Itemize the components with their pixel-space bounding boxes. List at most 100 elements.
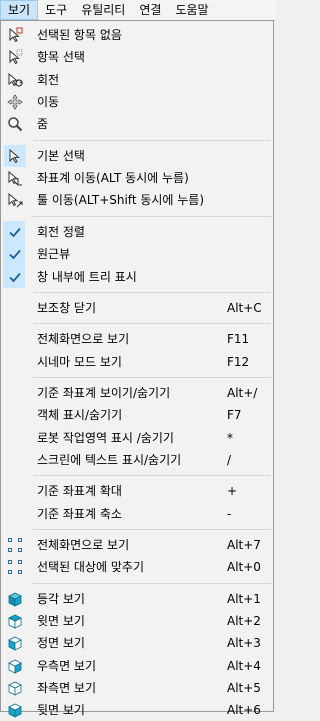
menu-item-shortcut: F12 (227, 354, 250, 369)
menu-item[interactable]: 보조창 닫기 Alt+C (2, 297, 272, 319)
menu-item-shortcut: F7 (227, 408, 242, 423)
menu-item-shortcut: Alt+7 (227, 538, 261, 552)
menu-separator (33, 475, 271, 477)
front-view-icon (4, 632, 26, 654)
menu-item-label: 기본 선택 (37, 148, 85, 163)
menu-item-label: 기준 좌표계 확대 (37, 484, 122, 499)
frame-move-icon (4, 167, 26, 189)
menu-separator (33, 139, 271, 141)
move-icon (4, 91, 26, 113)
iso-view-icon (4, 588, 26, 610)
menu-item[interactable]: 전체화면으로 보기 F11 (2, 328, 272, 350)
left-view-icon (4, 677, 26, 699)
menu-item[interactable]: 창 내부에 트리 표시 (2, 266, 272, 288)
menu-item[interactable]: 뒷면 보기 Alt+6 (2, 699, 272, 721)
menu-item-label: 전체화면으로 보기 (37, 538, 130, 552)
menu-item[interactable]: 기준 좌표계 보이기/숨기기 Alt+/ (2, 382, 272, 404)
menu-item[interactable]: 좌표계 이동(ALT 동시에 누름) (2, 167, 272, 189)
menu-item[interactable]: 선택된 항목 없음 (2, 24, 272, 46)
menu-item-label: 선택된 항목 없음 (37, 28, 122, 42)
menubar-item-3[interactable]: 연결 (132, 0, 168, 20)
menu-item-label: 원근뷰 (37, 247, 71, 262)
menu-separator (33, 215, 271, 217)
menu-item[interactable]: 윗면 보기 Alt+2 (2, 610, 272, 632)
menu-item-label: 등각 보기 (37, 591, 85, 606)
menu-item[interactable]: 회전 정렬 (2, 221, 272, 243)
menu-item[interactable]: 툴 이동(ALT+Shift 동시에 누름) (2, 189, 272, 211)
menu-item[interactable]: 좌측면 보기 Alt+5 (2, 677, 272, 699)
menu-item[interactable]: 선택된 대상에 맞추기 Alt+0 (2, 556, 272, 578)
menu-item-label: 창 내부에 트리 표시 (37, 269, 137, 284)
menu-item-shortcut: Alt+4 (227, 658, 261, 673)
check-icon (4, 243, 26, 265)
menu-item-label: 항목 선택 (37, 50, 85, 65)
menu-item[interactable]: 정면 보기 Alt+3 (2, 632, 272, 654)
menu-item[interactable]: 시네마 모드 보기 F12 (2, 351, 272, 373)
menu-item-label: 좌표계 이동(ALT 동시에 누름) (37, 171, 189, 186)
menu-item-label: 줌 (37, 117, 49, 132)
menu-item-label: 윗면 보기 (37, 614, 85, 629)
back-view-icon (4, 699, 26, 721)
menubar-item-2[interactable]: 유틸리티 (74, 0, 132, 20)
menu-separator (33, 582, 271, 584)
menu-item[interactable]: 원근뷰 (2, 243, 272, 265)
menu-item-shortcut: * (227, 430, 233, 445)
select-item-icon (4, 46, 26, 68)
zoom-icon (4, 113, 26, 135)
menu-item-shortcut: / (227, 452, 232, 467)
menu-item[interactable]: 이동 (2, 91, 272, 113)
menubar-item-4[interactable]: 도움말 (168, 0, 215, 20)
menu-item[interactable]: 줌 (2, 113, 272, 135)
fit-all-icon (4, 534, 26, 556)
menu-item[interactable]: 기본 선택 (2, 144, 272, 167)
rotate-icon (4, 69, 26, 91)
menu-item[interactable]: 로봇 작업영역 표시 /숨기기 * (2, 427, 272, 449)
menu-item-label: 정면 보기 (37, 636, 85, 651)
menu-item-label: 회전 (37, 72, 60, 87)
menu-item-label: 선택된 대상에 맞추기 (37, 560, 144, 575)
select-none-icon (4, 24, 26, 46)
menu-item-shortcut: Alt+5 (227, 681, 261, 696)
menu-item[interactable]: 스크린에 텍스트 표시/숨기기 / (2, 449, 272, 471)
menu-item[interactable]: 기준 좌표계 축소 - (2, 503, 272, 525)
menu-item-label: 우측면 보기 (37, 658, 97, 673)
menu-bar: 보기 도구 유틸리티 연결 도움말 (0, 0, 276, 21)
fit-selection-icon (4, 556, 26, 578)
menubar-item-0[interactable]: 보기 (0, 0, 39, 20)
menu-item-label: 회전 정렬 (37, 224, 85, 239)
menu-item[interactable]: 우측면 보기 Alt+4 (2, 655, 272, 677)
menu-item-label: 스크린에 텍스트 표시/숨기기 (37, 452, 182, 467)
menubar-item-1[interactable]: 도구 (38, 0, 74, 20)
menu-item-shortcut: Alt+6 (227, 703, 261, 718)
menu-item-label: 기준 좌표계 축소 (37, 506, 122, 521)
menu-item[interactable]: 등각 보기 Alt+1 (2, 588, 272, 610)
menu-separator (33, 291, 271, 293)
menu-item-label: 뒷면 보기 (37, 703, 85, 718)
menu-item-label: 좌측면 보기 (37, 681, 97, 696)
menu-item[interactable]: 항목 선택 (2, 46, 272, 68)
menu-item[interactable]: 기준 좌표계 확대 + (2, 480, 272, 502)
menu-item[interactable]: 회전 (2, 69, 272, 91)
menu-separator (33, 529, 271, 530)
menu-item-shortcut: Alt+3 (227, 636, 261, 651)
menu-item-shortcut: + (227, 484, 238, 499)
tool-move-icon (4, 189, 26, 211)
top-view-icon (4, 610, 26, 632)
menu-item-shortcut: - (227, 506, 232, 521)
menu-item-label: 이동 (37, 95, 60, 110)
menu-item-label: 시네마 모드 보기 (37, 354, 122, 369)
menu-item[interactable]: 객체 표시/숨기기 F7 (2, 404, 272, 426)
menu-item-label: 보조창 닫기 (37, 300, 97, 315)
check-icon (4, 221, 26, 243)
menu-item-label: 로봇 작업영역 표시 /숨기기 (37, 430, 174, 445)
menu-separator (33, 376, 271, 378)
menu-separator (33, 323, 271, 325)
basic-select-icon (4, 144, 26, 167)
right-view-icon (4, 655, 26, 677)
menu-item-label: 툴 이동(ALT+Shift 동시에 누름) (37, 193, 205, 208)
menu-item-shortcut: Alt+1 (227, 591, 261, 606)
menu-item-shortcut: Alt+2 (227, 614, 261, 629)
menu-item-label: 기준 좌표계 보이기/숨기기 (37, 385, 171, 400)
menu-item[interactable]: 전체화면으로 보기 Alt+7 (2, 534, 272, 556)
menu-item-shortcut: Alt+0 (227, 560, 261, 575)
